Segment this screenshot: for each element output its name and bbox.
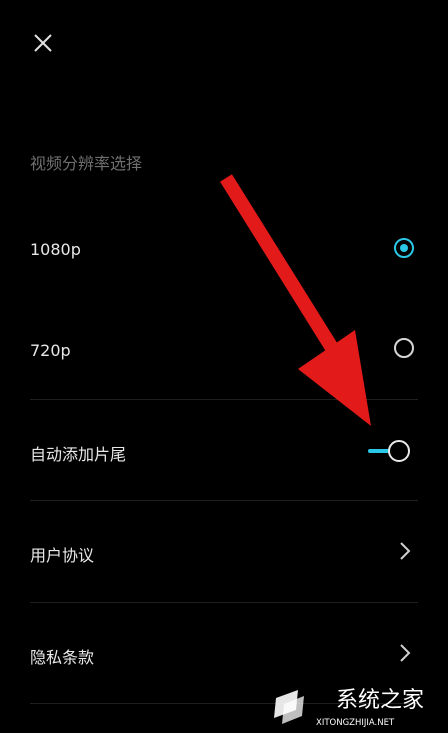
red-arrow-annotation [220,174,371,426]
watermark-domain: XITONGZHIJIA.NET [316,718,395,728]
watermark-logo: 系统之家 XITONGZHIJIA.NET [274,688,424,728]
watermark-name: 系统之家 [336,688,424,713]
